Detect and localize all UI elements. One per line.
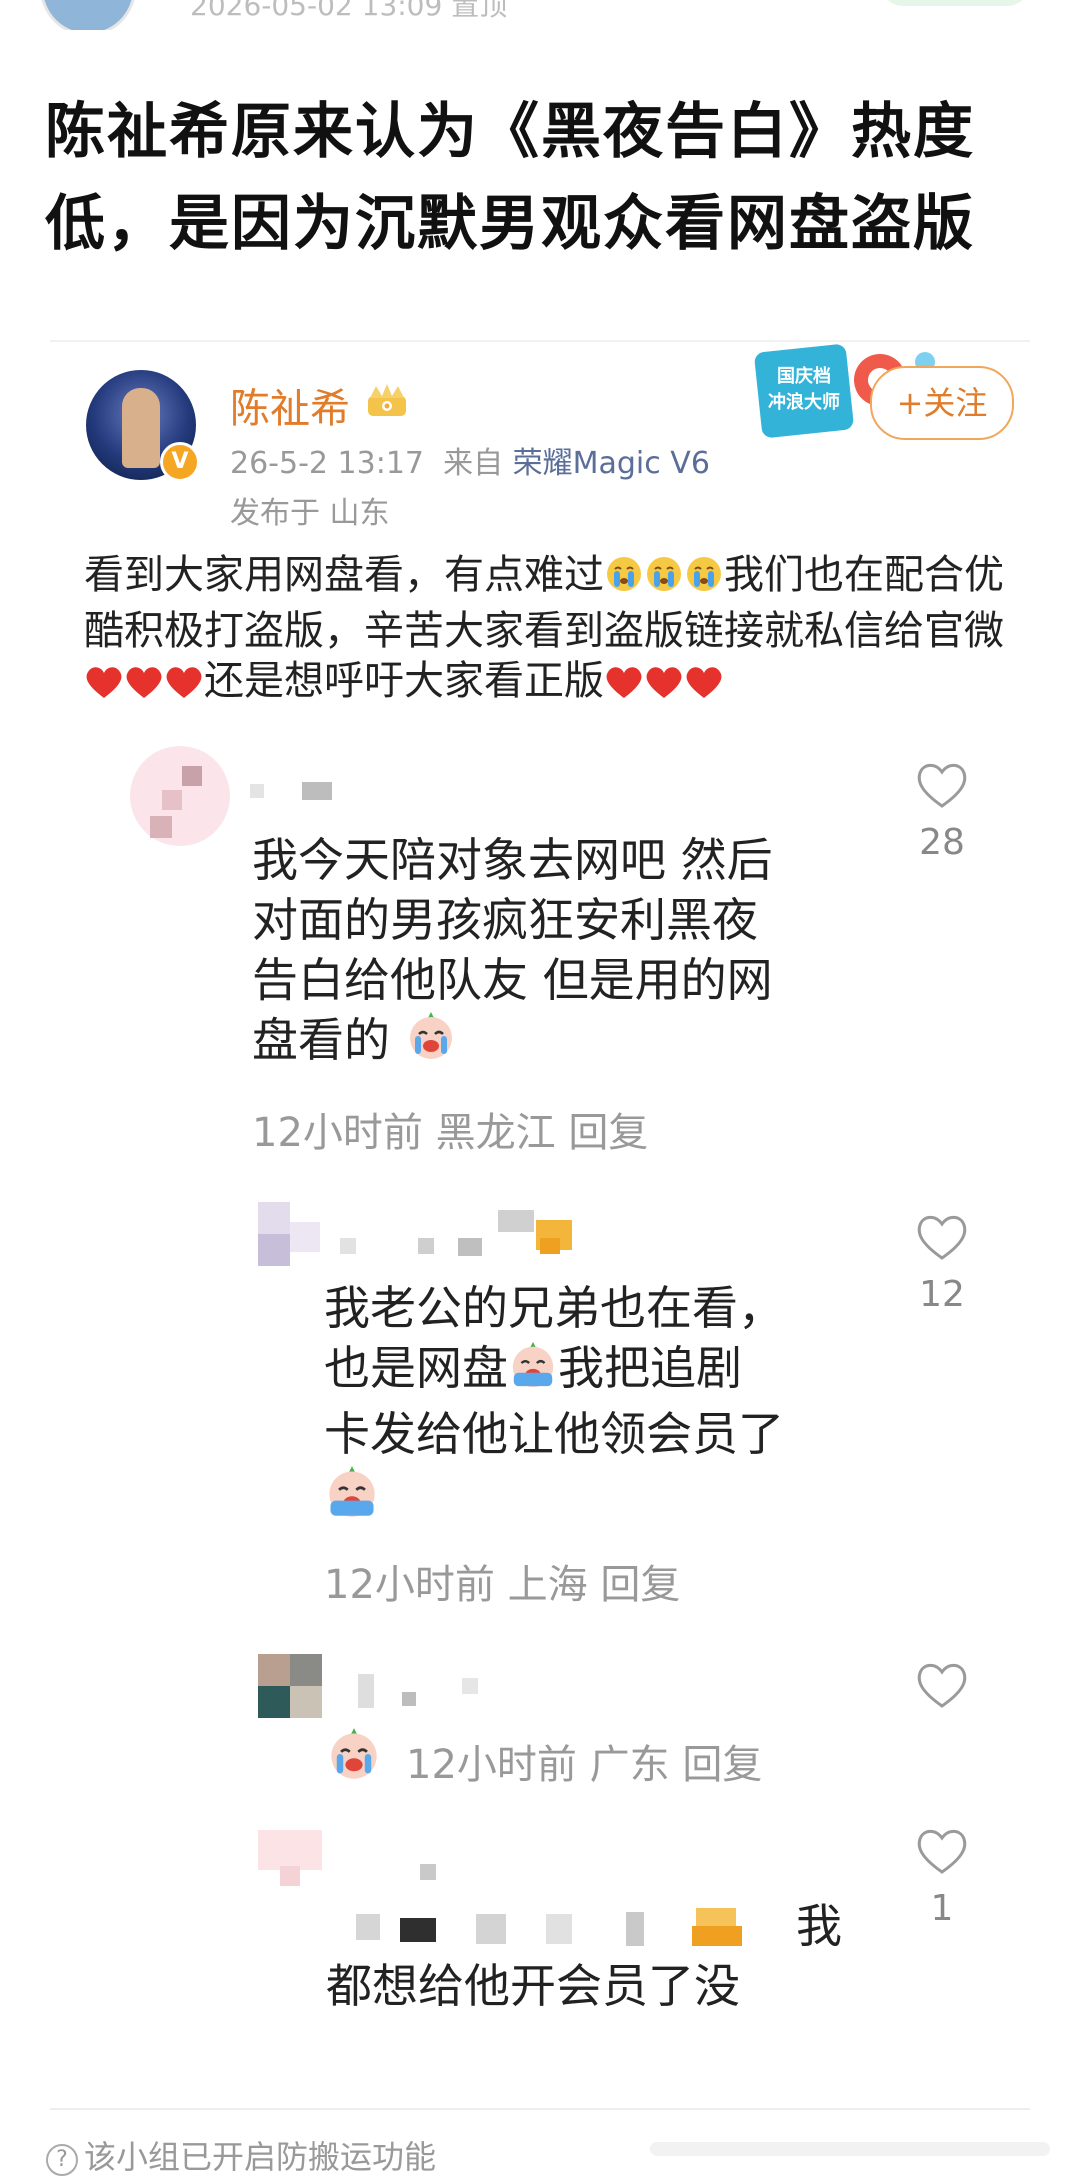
like-heart-icon[interactable] [914, 760, 970, 810]
like-count: 28 [919, 822, 965, 863]
comment-line-text: 也是网盘 [324, 1341, 508, 1395]
red-heart-icon [124, 662, 164, 712]
comment-meta[interactable]: 12小时前 广东 回复 [406, 1732, 762, 1790]
comment-2: 12 我老公的兄弟也在看， 也是网盘 我把追剧 卡发给他让他领会员了 12小时前 … [0, 1188, 1080, 1608]
status-pill [880, 0, 1030, 6]
comment-line-text: 我 [796, 1899, 842, 1953]
comment-line: 也是网盘 我把追剧 [324, 1338, 904, 1404]
comment-line [324, 1464, 904, 1534]
event-badge-label-2: 冲浪大师 [768, 391, 840, 413]
comment-3: 12小时前 广东 回复 [0, 1640, 1080, 1800]
post-text: 看到大家用网盘看，有点难过 [84, 552, 604, 598]
like-heart-icon[interactable] [914, 1826, 970, 1876]
like-heart-icon[interactable] [914, 1660, 970, 1710]
crying-face-emoji-icon [508, 1340, 558, 1404]
divider [50, 2108, 1030, 2110]
comment-line: 卡发给他让他领会员了 [324, 1407, 784, 1461]
post-meta: 2026-05-02 13:09 置顶 [190, 0, 508, 22]
like-count: 1 [930, 1888, 954, 1929]
crying-emoji-icon [684, 554, 724, 606]
crying-face-emoji-icon [326, 1726, 382, 1786]
like-count: 12 [919, 1274, 965, 1315]
comment-1: 28 我今天陪对象去网吧 然后 对面的男孩疯狂安利黑夜 告白给他队友 但是用的网… [0, 740, 1080, 1160]
from-label: 来自 [443, 446, 504, 481]
red-heart-icon [604, 662, 644, 712]
follow-button[interactable]: +关注 [870, 366, 1014, 440]
comment-text: 我今天陪对象去网吧 然后 对面的男孩疯狂安利黑夜 告白给他队友 但是用的网 盘看… [252, 830, 892, 1076]
avatar[interactable] [258, 1654, 322, 1718]
previous-post-strip: 2026-05-02 13:09 置顶 [0, 0, 1080, 30]
anti-repost-note: ? 该小组已开启防搬运功能 [46, 2132, 436, 2178]
post-timestamp: 26-5-2 13:17 [230, 446, 424, 481]
username-redacted[interactable] [340, 1210, 600, 1266]
red-heart-icon [684, 662, 724, 712]
comment-meta[interactable]: 12小时前 上海 回复 [324, 1552, 680, 1610]
comment-line: 我老公的兄弟也在看， [324, 1281, 784, 1335]
avatar[interactable] [258, 1202, 322, 1266]
comment-text: 都想给他开会员了没 [326, 1956, 740, 2016]
username-redacted[interactable] [340, 1670, 480, 1710]
comment-line [326, 1726, 382, 1786]
crown-icon [368, 384, 406, 416]
comment-line: 我今天陪对象去网吧 然后 [252, 833, 773, 887]
username-redacted[interactable] [340, 1836, 436, 1880]
redacted-text [326, 1904, 766, 1948]
comment-line: 盘看的 [252, 1010, 892, 1076]
anti-repost-text: 该小组已开启防搬运功能 [84, 2138, 437, 2176]
question-circle-icon: ? [46, 2144, 78, 2176]
comment-line-text: 盘看的 [252, 1013, 390, 1067]
red-heart-icon [164, 662, 204, 712]
post-body: 看到大家用网盘看，有点难过 我们也在配合优酷积极打盗版，辛苦大家看到盗版链接就私信… [84, 550, 1014, 712]
comment-line: 对面的男孩疯狂安利黑夜 [252, 893, 758, 947]
comment-line-text: 我把追剧 [558, 1341, 742, 1395]
avatar[interactable] [258, 1830, 322, 1894]
event-badge-label: 国庆档 [777, 365, 831, 387]
comment-line: 告白给他队友 但是用的网 [252, 953, 773, 1007]
page-title: 陈祉希原来认为《黑夜告白》热度低，是因为沉默男观众看网盘盗版 [45, 97, 975, 259]
red-heart-icon [644, 662, 684, 712]
crying-face-emoji-icon [405, 1010, 457, 1076]
post-text: 还是想呼吁大家看正版 [204, 658, 604, 704]
red-heart-icon [84, 662, 124, 712]
avatar [40, 0, 136, 30]
comment-4: 1 我 都想给他开会员了没 [0, 1816, 1080, 2076]
comment-text: 我老公的兄弟也在看， 也是网盘 我把追剧 卡发给他让他领会员了 [324, 1278, 904, 1534]
comment-text: 我 [796, 1896, 842, 1956]
avatar[interactable] [130, 746, 230, 846]
input-bar-ghost [650, 2142, 1050, 2156]
post-time: 26-5-2 13:17 来自 荣耀Magic V6 [230, 438, 710, 482]
comment-meta[interactable]: 12小时前 黑龙江 回复 [252, 1100, 648, 1158]
crying-emoji-icon [604, 554, 644, 606]
crying-emoji-icon [644, 554, 684, 606]
source-link[interactable]: 荣耀Magic V6 [513, 446, 710, 481]
username-redacted[interactable] [250, 778, 340, 804]
post-location: 发布于 山东 [230, 496, 390, 531]
crying-face-emoji-icon [324, 1464, 380, 1534]
author-name[interactable]: 陈祉希 [230, 376, 350, 434]
like-heart-icon[interactable] [914, 1212, 970, 1262]
verified-badge-icon: V [160, 442, 200, 482]
comment-line-text: 都想给他开会员了没 [326, 1959, 740, 2013]
